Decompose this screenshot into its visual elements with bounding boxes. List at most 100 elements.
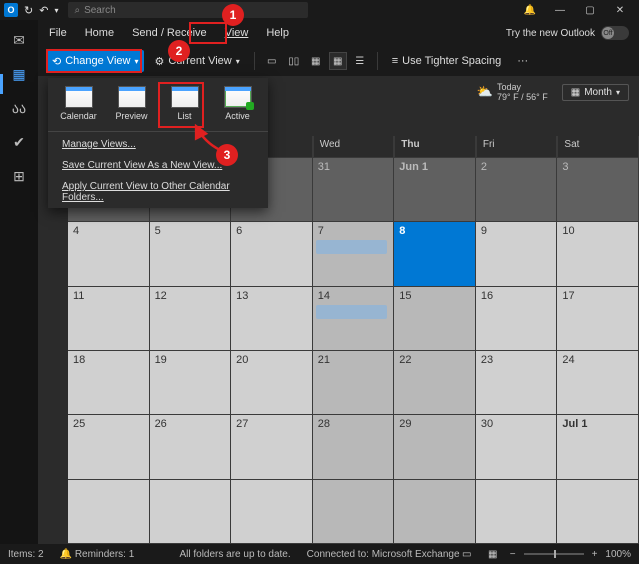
rail-people-icon[interactable]: აა (9, 98, 29, 118)
calendar-day-cell[interactable]: 25 (68, 415, 150, 479)
layout-workweek-icon[interactable]: ▯▯ (285, 52, 303, 70)
view-gallery-item-preview[interactable]: Preview (105, 84, 158, 123)
divider (377, 52, 378, 70)
calendar-day-cell[interactable]: 28 (313, 415, 395, 479)
calendar-day-cell[interactable] (68, 480, 150, 544)
maximize-button[interactable]: ▢ (575, 0, 605, 20)
menu-send-receive[interactable]: Send / Receive (129, 25, 210, 41)
calendar-day-cell[interactable]: 8 (394, 222, 476, 286)
calendar-day-cell[interactable]: 19 (150, 351, 232, 415)
day-number: 12 (155, 290, 167, 302)
calendar-day-cell[interactable] (394, 480, 476, 544)
calendar-week-row: 11 12 13 141516 17 (68, 287, 639, 351)
calendar-day-cell[interactable]: 24 (557, 351, 639, 415)
view-gallery-item-active[interactable]: Active (211, 84, 264, 123)
calendar-day-cell[interactable]: 2 (476, 158, 558, 222)
rail-calendar-icon[interactable]: ▦ (9, 64, 29, 84)
undo-icon[interactable]: ↶ (39, 4, 48, 17)
zoom-level: 100% (605, 549, 631, 560)
change-view-button[interactable]: ⟲ Change View ▾ (46, 50, 144, 72)
zoom-slider[interactable] (524, 553, 584, 555)
calendar-day-cell[interactable]: 27 (231, 415, 313, 479)
layout-month-icon[interactable]: ▦ (329, 52, 347, 70)
status-view-reading-icon[interactable]: ▦ (484, 545, 502, 563)
menu-home[interactable]: Home (82, 25, 117, 41)
menu-help[interactable]: Help (263, 25, 292, 41)
calendar-day-cell[interactable]: 22 (394, 351, 476, 415)
layout-schedule-icon[interactable]: ☰ (351, 52, 369, 70)
sync-icon[interactable]: ↻ (24, 4, 33, 17)
calendar-day-cell[interactable]: 26 (150, 415, 232, 479)
calendar-event[interactable] (316, 240, 388, 254)
calendar-day-cell[interactable]: 16 (476, 287, 558, 351)
day-number: 2 (481, 161, 487, 173)
menu-file[interactable]: File (46, 25, 70, 41)
calendar-day-cell[interactable]: 30 (476, 415, 558, 479)
day-number: 13 (236, 290, 248, 302)
calendar-event[interactable] (316, 305, 388, 319)
view-gallery-item-list[interactable]: List (158, 84, 211, 123)
menu-view[interactable]: View (222, 25, 252, 41)
apply-view-link[interactable]: Apply Current View to Other Calendar Fol… (48, 176, 268, 208)
spacing-icon: ≡ (392, 55, 398, 67)
view-gallery-item-calendar[interactable]: Calendar (52, 84, 105, 123)
day-number: 28 (318, 418, 330, 430)
save-view-link[interactable]: Save Current View As a New View... (48, 155, 268, 176)
zoom-out-button[interactable]: − (510, 549, 516, 560)
quickaccess-dropdown[interactable]: ▾ (54, 6, 58, 15)
calendar-day-cell[interactable] (150, 480, 232, 544)
calendar-day-cell[interactable]: 10 (557, 222, 639, 286)
current-view-button[interactable]: ⚙ Current View ▾ (148, 50, 245, 72)
calendar-day-cell[interactable]: 12 (150, 287, 232, 351)
calendar-day-cell[interactable] (231, 480, 313, 544)
close-button[interactable]: ✕ (605, 0, 635, 20)
calendar-day-cell[interactable]: 3 (557, 158, 639, 222)
layout-week-icon[interactable]: ▦ (307, 52, 325, 70)
calendar-day-cell[interactable]: 14 (313, 287, 395, 351)
chevron-down-icon: ▾ (134, 57, 138, 66)
weather-widget[interactable]: ⛅ Today 79° F / 56° F (477, 82, 548, 102)
calendar-day-cell[interactable]: 17 (557, 287, 639, 351)
rail-mail-icon[interactable]: ✉ (9, 30, 29, 50)
status-reminders[interactable]: 🔔 Reminders: 1 (60, 549, 135, 560)
calendar-day-cell[interactable]: Jul 1 (557, 415, 639, 479)
day-number: Jun 1 (399, 161, 428, 173)
calendar-day-cell[interactable]: 29 (394, 415, 476, 479)
view-gallery-label: Active (225, 111, 250, 121)
calendar-day-cell[interactable] (313, 480, 395, 544)
day-number: 26 (155, 418, 167, 430)
manage-views-link[interactable]: Manage Views... (48, 134, 268, 155)
status-view-normal-icon[interactable]: ▭ (458, 545, 476, 563)
minimize-button[interactable]: — (545, 0, 575, 20)
tighter-spacing-button[interactable]: ≡ Use Tighter Spacing (386, 50, 507, 72)
day-number: 17 (562, 290, 574, 302)
day-header: Sat (557, 136, 639, 158)
more-commands-button[interactable]: ··· (511, 50, 534, 72)
calendar-day-cell[interactable]: 23 (476, 351, 558, 415)
calendar-day-cell[interactable] (476, 480, 558, 544)
rail-todo-icon[interactable]: ✔ (9, 132, 29, 152)
calendar-day-cell[interactable]: 5 (150, 222, 232, 286)
calendar-day-cell[interactable]: 11 (68, 287, 150, 351)
calendar-view-mode-button[interactable]: ▦ Month ▾ (562, 84, 629, 101)
layout-day-icon[interactable]: ▭ (263, 52, 281, 70)
try-new-outlook-toggle[interactable]: Off (601, 26, 629, 40)
zoom-in-button[interactable]: + (592, 549, 598, 560)
rail-more-apps-icon[interactable]: ⊞ (9, 166, 29, 186)
bell-icon: 🔔 (60, 549, 72, 560)
calendar-day-cell[interactable]: 31 (313, 158, 395, 222)
calendar-day-cell[interactable]: 4 (68, 222, 150, 286)
calendar-day-cell[interactable] (557, 480, 639, 544)
calendar-day-cell[interactable]: 15 (394, 287, 476, 351)
calendar-day-cell[interactable]: 18 (68, 351, 150, 415)
calendar-day-cell[interactable]: 13 (231, 287, 313, 351)
calendar-day-cell[interactable]: Jun 1 (394, 158, 476, 222)
calendar-day-cell[interactable]: 9 (476, 222, 558, 286)
tighter-spacing-label: Use Tighter Spacing (402, 55, 501, 67)
notifications-icon[interactable]: 🔔 (515, 0, 545, 20)
calendar-day-cell[interactable]: 6 (231, 222, 313, 286)
calendar-day-cell[interactable]: 21 (313, 351, 395, 415)
calendar-day-cell[interactable]: 7 (313, 222, 395, 286)
calendar-day-cell[interactable]: 20 (231, 351, 313, 415)
search-box[interactable]: ⌕ Search (68, 2, 308, 18)
